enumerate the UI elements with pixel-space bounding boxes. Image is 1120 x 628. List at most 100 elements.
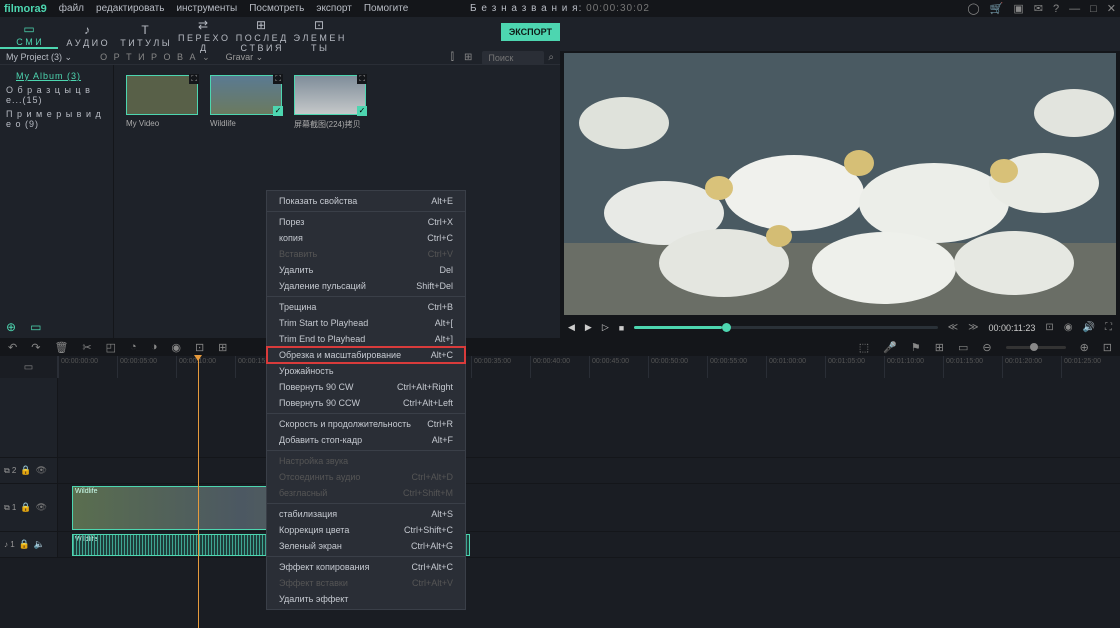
menu-export[interactable]: экспорт (316, 3, 352, 14)
menu-view[interactable]: Посмотреть (249, 3, 304, 14)
stop-button[interactable]: ■ (619, 323, 624, 333)
crop-icon[interactable]: ◰ (106, 341, 116, 354)
minimize-icon[interactable]: — (1069, 3, 1080, 15)
sidebar-item-examples[interactable]: П р и м е р ы в и д е о (9) (6, 107, 107, 131)
ctx-item[interactable]: Повернуть 90 CWCtrl+Alt+Right (267, 379, 465, 395)
track-audio[interactable]: ♪ 1 🔒 🔈 Wildlife (0, 532, 1120, 558)
tab-audio[interactable]: ♪А У Д И О (58, 21, 116, 48)
cart-icon[interactable]: 🛒 (990, 2, 1004, 15)
timeline-ruler[interactable]: ▭ 00:00:00:00 00:00:05:00 00:00:10:00 00… (0, 356, 1120, 378)
undo-icon[interactable]: ↶ (8, 341, 17, 354)
timeline-settings-icon[interactable]: ▭ (24, 362, 33, 373)
search-icon[interactable]: ⌕ (548, 52, 554, 63)
lock-icon[interactable]: 🔒 (20, 502, 31, 513)
close-icon[interactable]: ✕ (1107, 2, 1116, 15)
ctx-item[interactable]: Коррекция цветаCtrl+Shift+C (267, 522, 465, 538)
media-item[interactable]: ⛶✓ 屏幕截图(224)拷贝 (294, 75, 366, 130)
marker-icon[interactable]: ⚑ (911, 341, 921, 354)
ctx-item[interactable]: Урожайность (267, 363, 465, 379)
tab-transitions[interactable]: ⇄П Е Р Е Х О Д (174, 16, 232, 53)
mark-out-button[interactable]: ≫ (968, 322, 978, 333)
lock-icon[interactable]: 🔒 (19, 539, 30, 550)
media-item[interactable]: ⛶ My Video (126, 75, 198, 128)
ctx-item[interactable]: ПорезCtrl+X (267, 214, 465, 230)
mic-icon[interactable]: 🎤 (883, 341, 897, 354)
record-button[interactable]: Gravar ⌄ (226, 52, 264, 63)
tab-effects[interactable]: ⊞П О С Л Е Д С Т В И Я (232, 16, 290, 53)
zoom-fit-icon[interactable]: ⊡ (1103, 341, 1112, 354)
mark-in-button[interactable]: ≪ (948, 322, 958, 333)
ctx-item: Эффект вставкиCtrl+Alt+V (267, 575, 465, 591)
ctx-item[interactable]: УдалитьDel (267, 262, 465, 278)
menu-edit[interactable]: редактировать (96, 3, 164, 14)
ctx-item[interactable]: Удалить эффект (267, 591, 465, 607)
render-icon[interactable]: ⊞ (935, 341, 944, 354)
media-item[interactable]: ⛶✓ Wildlife (210, 75, 282, 128)
eye-icon[interactable]: 👁 (36, 502, 47, 513)
menu-tools[interactable]: инструменты (176, 3, 237, 14)
zoom-slider[interactable] (1006, 346, 1066, 349)
zoom-out-icon[interactable]: ⊖ (982, 341, 991, 354)
snapshot-icon[interactable]: ⊡ (1045, 322, 1053, 333)
preview-scrubber[interactable] (634, 326, 937, 329)
grid-view-icon[interactable]: ⊞ (464, 52, 472, 63)
manage-icon[interactable]: ▭ (958, 341, 968, 354)
tab-media[interactable]: ▭С М И (0, 20, 58, 49)
sidebar-item-samples[interactable]: О б р а з ц ы ц в е...(15) (6, 83, 107, 107)
color-icon[interactable]: ◑ (151, 341, 158, 353)
mail-icon[interactable]: ✉ (1034, 2, 1043, 15)
ctx-item[interactable]: стабилизацияAlt+S (267, 506, 465, 522)
sort-label[interactable]: О Р Т И Р О В А ⌄ (100, 52, 212, 63)
snapshot-camera-icon[interactable]: ◉ (1064, 322, 1073, 333)
more-icon[interactable]: ⊞ (218, 341, 227, 354)
tab-elements[interactable]: ⊡Э Л Е М Е Н Т Ы (290, 16, 348, 53)
check-icon: ✓ (357, 106, 367, 116)
eye-icon[interactable]: 👁 (36, 465, 47, 476)
advanced-icon[interactable]: ⊡ (195, 341, 204, 354)
mixer-icon[interactable]: ⬚ (859, 341, 869, 354)
tab-titles[interactable]: TТ И Т У Л Ы (116, 21, 174, 48)
ctx-item[interactable]: Удаление пульсацийShift+Del (267, 278, 465, 294)
play-button[interactable]: ▶ (585, 322, 592, 333)
track-effects[interactable]: ⧉ 2 🔒 👁 (0, 458, 1120, 484)
ctx-item[interactable]: Добавить стоп-кадрAlt+F (267, 432, 465, 448)
fullscreen-icon[interactable]: ⛶ (1105, 322, 1112, 333)
preview-video[interactable] (564, 53, 1116, 315)
maximize-icon[interactable]: □ (1090, 3, 1097, 15)
user-icon[interactable]: ◯ (967, 2, 979, 15)
add-folder-icon[interactable]: ⊕ (6, 320, 16, 334)
speed-icon[interactable]: ◔ (130, 341, 137, 353)
redo-icon[interactable]: ↷ (31, 341, 40, 354)
greenscreen-icon[interactable]: ◉ (171, 341, 181, 354)
folder-icon[interactable]: ▭ (30, 320, 41, 334)
ctx-item[interactable]: копияCtrl+C (267, 230, 465, 246)
feed-icon[interactable]: ▣ (1013, 2, 1023, 15)
zoom-in-icon[interactable]: ⊕ (1080, 341, 1089, 354)
lock-icon[interactable]: 🔒 (20, 465, 31, 476)
ctx-item[interactable]: Показать свойстваAlt+E (267, 193, 465, 209)
filter-icon[interactable]: ⫿ (451, 52, 454, 63)
volume-icon[interactable]: 🔊 (1083, 322, 1095, 333)
export-button[interactable]: ЭКСПОРТ (501, 23, 560, 41)
prev-frame-button[interactable]: ◀ (568, 322, 575, 333)
delete-icon[interactable]: 🗑 (54, 341, 68, 354)
ctx-item[interactable]: Trim Start to PlayheadAlt+[ (267, 315, 465, 331)
help-icon[interactable]: ? (1053, 3, 1059, 15)
ctx-item[interactable]: Trim End to PlayheadAlt+] (267, 331, 465, 347)
project-dropdown[interactable]: My Project (3) ⌄ (6, 52, 72, 63)
ctx-item[interactable]: Эффект копированияCtrl+Alt+C (267, 559, 465, 575)
split-icon[interactable]: ✂ (82, 341, 91, 354)
next-frame-button[interactable]: ▷ (602, 322, 609, 333)
menu-file[interactable]: файл (59, 3, 84, 14)
ctx-item[interactable]: Зеленый экранCtrl+Alt+G (267, 538, 465, 554)
ctx-item[interactable]: ТрещинаCtrl+B (267, 299, 465, 315)
ctx-item[interactable]: Скорость и продолжительностьCtrl+R (267, 416, 465, 432)
menu-help[interactable]: Помогите (364, 3, 408, 14)
ctx-item[interactable]: Обрезка и масштабированиеAlt+C (267, 347, 465, 363)
ctx-item[interactable]: Повернуть 90 CCWCtrl+Alt+Left (267, 395, 465, 411)
sidebar-item-myalbum[interactable]: My Album (3) (6, 69, 107, 83)
playhead[interactable] (198, 356, 199, 628)
mute-icon[interactable]: 🔈 (34, 539, 45, 550)
search-input[interactable] (482, 51, 544, 65)
track-video[interactable]: ⧉ 1 🔒 👁 Wildlife (0, 484, 1120, 532)
